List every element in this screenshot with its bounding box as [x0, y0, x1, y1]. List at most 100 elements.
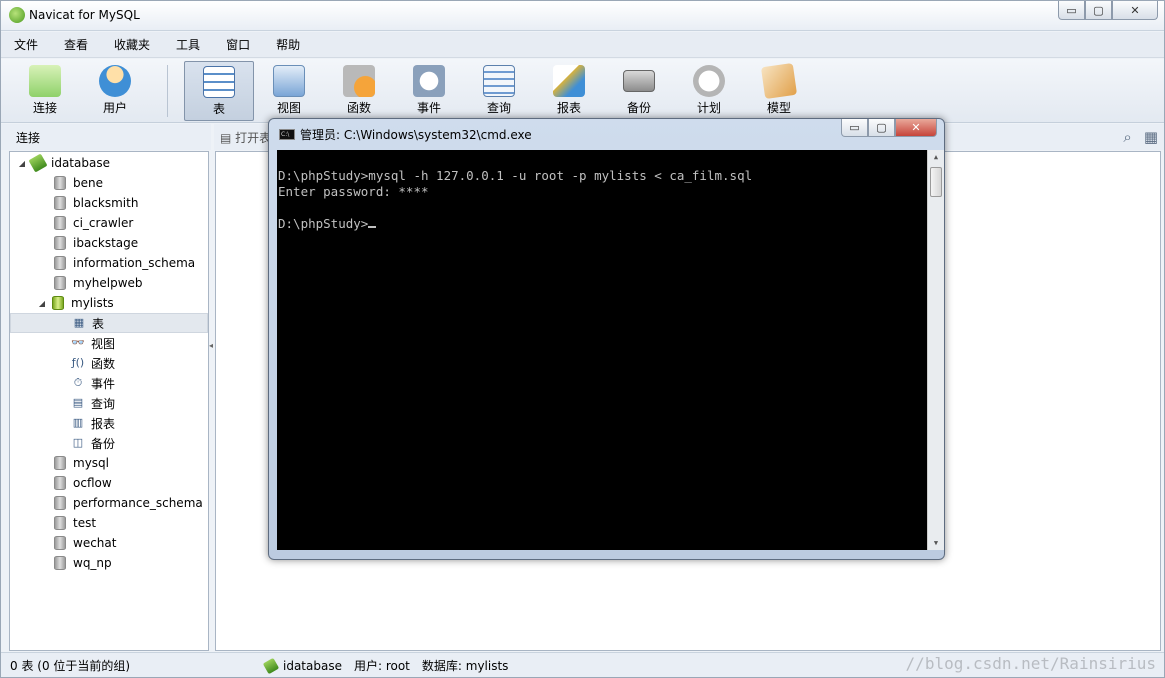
toolbar-report-button[interactable]: 报表 — [534, 61, 604, 121]
toolbar-schedule-button[interactable]: 计划 — [674, 61, 744, 121]
status-bar: 0 表 (0 位于当前的组) idatabase 用户: root 数据库: m… — [1, 652, 1164, 677]
search-icon[interactable]: ⌕ — [1123, 128, 1131, 146]
minimize-button[interactable]: ▭ — [1058, 1, 1085, 20]
cmd-close-button[interactable]: ✕ — [895, 119, 937, 137]
tree-object-view[interactable]: 👓 视图 — [10, 333, 208, 353]
window-controls: ▭ ▢ ✕ — [1058, 1, 1158, 20]
backup-icon: ◫ — [72, 436, 84, 449]
toolbar-query-button[interactable]: 查询 — [464, 61, 534, 121]
status-object-count: 0 表 (0 位于当前的组) — [10, 659, 131, 673]
status-connection: idatabase 用户: root 数据库: mylists — [262, 657, 520, 674]
cmd-window[interactable]: C:\ 管理员: C:\Windows\system32\cmd.exe ▭ ▢… — [268, 118, 945, 560]
tree-database-item[interactable]: wechat — [10, 533, 208, 553]
database-icon — [54, 556, 66, 570]
tree-database-item[interactable]: information_schema — [10, 253, 208, 273]
scroll-down-icon[interactable]: ▼ — [928, 536, 944, 550]
tree-database-item[interactable]: performance_schema — [10, 493, 208, 513]
database-icon — [54, 496, 66, 510]
database-icon — [54, 216, 66, 230]
tree-database-item[interactable]: myhelpweb — [10, 273, 208, 293]
navicat-logo-icon — [9, 7, 25, 23]
menu-window[interactable]: 窗口 — [226, 36, 250, 53]
tree-object-backup[interactable]: ◫ 备份 — [10, 433, 208, 453]
tree-database-item[interactable]: test — [10, 513, 208, 533]
cmd-title-bar[interactable]: C:\ 管理员: C:\Windows\system32\cmd.exe ▭ ▢… — [269, 119, 944, 149]
toolbar-label: 备份 — [626, 101, 651, 115]
menu-tools[interactable]: 工具 — [176, 36, 200, 53]
collapse-triangle-icon[interactable]: ◢ — [37, 299, 47, 308]
menu-file[interactable]: 文件 — [14, 36, 38, 53]
tree-label: 函数 — [91, 356, 116, 371]
tree-label: mysql — [73, 456, 109, 470]
title-bar[interactable]: Navicat for MySQL ▭ ▢ ✕ — [1, 1, 1164, 31]
toolbar-user-button[interactable]: 用户 — [80, 61, 150, 121]
tree-label: performance_schema — [73, 496, 203, 510]
cmd-minimize-button[interactable]: ▭ — [841, 119, 868, 137]
toolbar-label: 表 — [212, 102, 225, 116]
database-icon — [54, 176, 66, 190]
tree-database-item[interactable]: ocflow — [10, 473, 208, 493]
minimize-icon: ▭ — [849, 121, 860, 134]
table-icon — [203, 66, 235, 98]
close-icon: ✕ — [911, 121, 921, 134]
tree-label: 查询 — [91, 396, 116, 411]
status-user: 用户: root — [353, 659, 410, 673]
database-icon — [54, 196, 66, 210]
maximize-button[interactable]: ▢ — [1085, 1, 1112, 20]
event-icon: ⏱ — [73, 376, 83, 389]
database-icon — [54, 476, 66, 490]
tree-database-item[interactable]: ibackstage — [10, 233, 208, 253]
database-icon — [54, 516, 66, 530]
console-scrollbar[interactable]: ▲ ▼ — [927, 150, 944, 550]
tree-database-item[interactable]: mysql — [10, 453, 208, 473]
toolbar-backup-button[interactable]: 备份 — [604, 61, 674, 121]
tree-object-function[interactable]: ƒ() 函数 — [10, 353, 208, 373]
menu-bar: 文件 查看 收藏夹 工具 窗口 帮助 — [1, 32, 1164, 58]
toolbar-model-button[interactable]: 模型 — [744, 61, 814, 121]
plug-icon — [29, 65, 61, 97]
scrollbar-thumb[interactable] — [930, 167, 942, 197]
tree-database-item[interactable]: ci_crawler — [10, 213, 208, 233]
collapse-triangle-icon[interactable]: ◢ — [17, 159, 27, 168]
toolbar-label: 模型 — [766, 101, 791, 115]
menu-view[interactable]: 查看 — [64, 36, 88, 53]
toolbar-function-button[interactable]: 函数 — [324, 61, 394, 121]
cmd-maximize-button[interactable]: ▢ — [868, 119, 895, 137]
menu-favorites[interactable]: 收藏夹 — [114, 36, 150, 53]
tree-object-event[interactable]: ⏱ 事件 — [10, 373, 208, 393]
tree-label: ocflow — [73, 476, 112, 490]
open-table-button[interactable]: ▤ 打开表 — [220, 129, 271, 146]
tree-database-item[interactable]: wq_np — [10, 553, 208, 573]
database-icon — [54, 456, 66, 470]
toolbar-view-button[interactable]: 视图 — [254, 61, 324, 121]
tree-label: myhelpweb — [73, 276, 143, 290]
toolbar-table-button[interactable]: 表 — [184, 61, 254, 121]
tree-connection-idatabase[interactable]: ◢ idatabase — [10, 153, 208, 173]
scroll-up-icon[interactable]: ▲ — [928, 150, 944, 164]
console-line: D:\phpStudy>mysql -h 127.0.0.1 -u root -… — [278, 168, 753, 183]
detail-view-icon[interactable]: ▦ — [1144, 128, 1158, 146]
query-icon: ▤ — [72, 396, 84, 409]
console-line: Enter password: **** — [278, 184, 429, 199]
object-toolbar-right: ⌕ ▦ — [1123, 128, 1158, 146]
tree-database-item[interactable]: bene — [10, 173, 208, 193]
tree-object-report[interactable]: ▥ 报表 — [10, 413, 208, 433]
tree-db-mylists[interactable]: ◢ mylists — [10, 293, 208, 313]
query-icon — [483, 65, 515, 97]
database-icon — [54, 276, 66, 290]
connections-header: 连接 — [1, 124, 211, 150]
close-button[interactable]: ✕ — [1112, 1, 1158, 20]
toolbar-event-button[interactable]: 事件 — [394, 61, 464, 121]
tree-object-query[interactable]: ▤ 查询 — [10, 393, 208, 413]
panel-splitter[interactable]: ◂ — [209, 151, 214, 651]
splitter-grip-icon[interactable]: ◂ — [209, 341, 213, 350]
cmd-window-controls: ▭ ▢ ✕ — [841, 119, 937, 137]
menu-help[interactable]: 帮助 — [276, 36, 300, 53]
tree-object-table[interactable]: ▦ 表 — [10, 313, 208, 333]
tree-label: 事件 — [91, 376, 116, 391]
console-output[interactable]: D:\phpStudy>mysql -h 127.0.0.1 -u root -… — [277, 150, 944, 550]
toolbar-label: 函数 — [346, 101, 371, 115]
tree-database-item[interactable]: blacksmith — [10, 193, 208, 213]
toolbar-connect-button[interactable]: 连接 — [10, 61, 80, 121]
